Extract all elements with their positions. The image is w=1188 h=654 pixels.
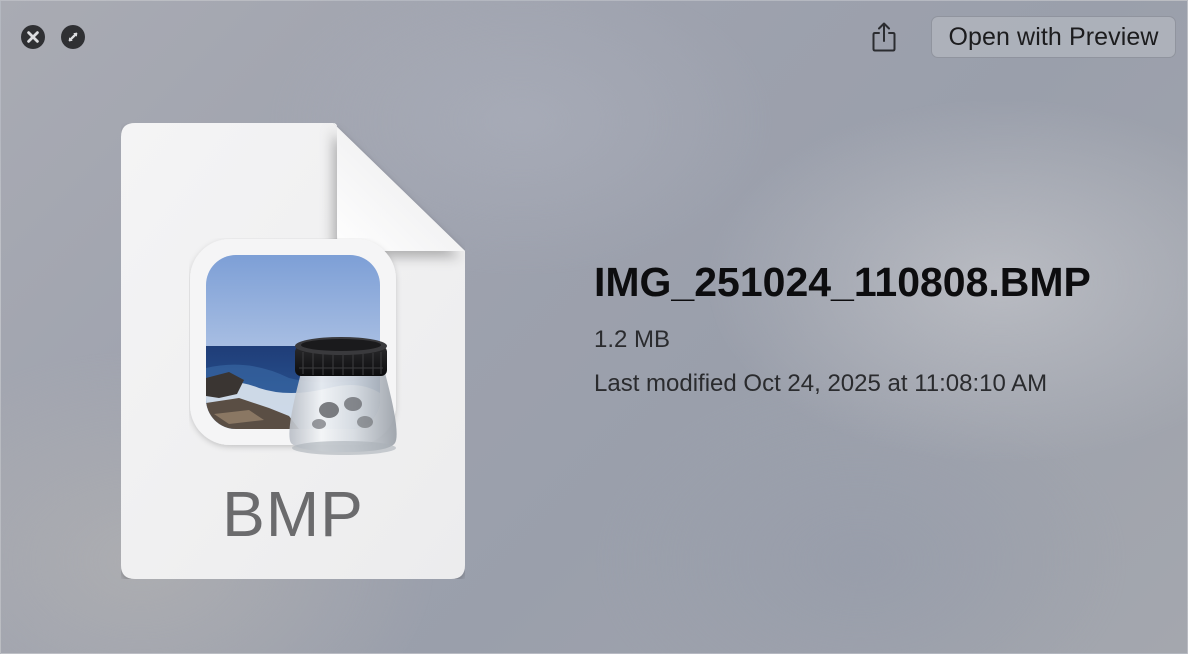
- quick-look-window: Open with Preview BMP IMG_251024_110808.…: [0, 0, 1188, 654]
- share-icon: [872, 22, 896, 52]
- file-info: IMG_251024_110808.BMP 1.2 MB Last modifi…: [594, 253, 1174, 399]
- fullscreen-icon: [68, 32, 78, 42]
- file-modified-date: Last modified Oct 24, 2025 at 11:08:10 A…: [594, 370, 1048, 397]
- file-type-label: BMP: [222, 478, 364, 550]
- open-with-preview-button[interactable]: Open with Preview: [931, 16, 1176, 58]
- file-name: IMG_251024_110808.BMP: [594, 259, 1091, 305]
- file-size: 1.2 MB: [594, 326, 671, 353]
- close-icon: [27, 31, 39, 43]
- preview-app-icon: [189, 238, 409, 458]
- fullscreen-button[interactable]: [61, 25, 85, 49]
- share-button[interactable]: [869, 20, 899, 54]
- close-button[interactable]: [21, 25, 45, 49]
